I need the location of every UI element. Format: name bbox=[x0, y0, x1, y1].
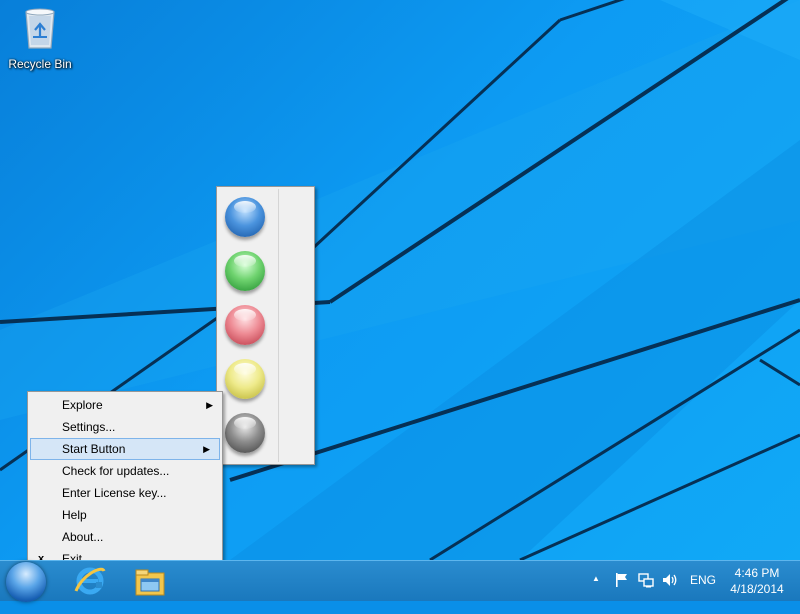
menu-item-label: Explore bbox=[62, 398, 103, 412]
green-orb-option[interactable] bbox=[225, 251, 265, 291]
menu-item-settings[interactable]: Settings... bbox=[28, 416, 222, 438]
recycle-bin-icon bbox=[25, 8, 55, 49]
network-button[interactable] bbox=[638, 572, 654, 588]
submenu-arrow-icon: ▶ bbox=[203, 444, 210, 454]
menu-item-help[interactable]: Help bbox=[28, 504, 222, 526]
menu-item-license[interactable]: Enter License key... bbox=[28, 482, 222, 504]
gray-orb-option[interactable] bbox=[225, 413, 265, 453]
menu-item-check-updates[interactable]: Check for updates... bbox=[28, 460, 222, 482]
menu-item-label: Help bbox=[62, 508, 87, 522]
internet-explorer-icon bbox=[74, 567, 106, 595]
clock-time: 4:46 PM bbox=[734, 566, 780, 580]
menu-item-label: Start Button bbox=[62, 442, 126, 456]
volume-button[interactable] bbox=[662, 572, 678, 588]
menu-item-start-button[interactable]: Start Button ▶ bbox=[30, 438, 220, 460]
menu-item-label: Enter License key... bbox=[62, 486, 167, 500]
file-explorer-button[interactable] bbox=[132, 565, 168, 597]
volume-icon bbox=[663, 574, 677, 586]
file-explorer-icon bbox=[135, 569, 165, 596]
recycle-bin-shortcut[interactable]: Recycle Bin bbox=[4, 4, 76, 71]
start-orb-button[interactable] bbox=[6, 562, 46, 602]
language-indicator: ENG bbox=[690, 573, 717, 587]
menu-item-label: Settings... bbox=[62, 420, 116, 434]
recycle-bin-label: Recycle Bin bbox=[8, 57, 72, 71]
start-button-submenu bbox=[216, 186, 315, 465]
input-language-button[interactable]: ENG bbox=[690, 573, 716, 587]
context-menu: Explore ▶ Settings... Start Button ▶ Che… bbox=[27, 391, 223, 574]
taskbar bbox=[0, 560, 800, 601]
menu-item-label: Check for updates... bbox=[62, 464, 170, 478]
menu-item-about[interactable]: About... bbox=[28, 526, 222, 548]
menu-item-explore[interactable]: Explore ▶ bbox=[28, 394, 222, 416]
submenu-arrow-icon: ▶ bbox=[206, 400, 213, 410]
red-orb-option[interactable] bbox=[225, 305, 265, 345]
show-hidden-icons-button[interactable]: ▲ bbox=[592, 574, 600, 614]
menu-item-label: About... bbox=[62, 530, 104, 544]
network-icon bbox=[638, 573, 654, 588]
yellow-orb-option[interactable] bbox=[225, 359, 265, 399]
blue-orb-option[interactable] bbox=[225, 197, 265, 237]
chevron-up-icon: ▲ bbox=[592, 574, 600, 583]
submenu-separator bbox=[278, 189, 279, 462]
clock-date: 4/18/2014 bbox=[730, 582, 784, 596]
internet-explorer-button[interactable] bbox=[72, 565, 108, 597]
clock-button[interactable]: 4:46 PM 4/18/2014 bbox=[728, 565, 786, 597]
action-center-flag-icon bbox=[616, 573, 627, 587]
action-center-button[interactable] bbox=[614, 572, 630, 588]
